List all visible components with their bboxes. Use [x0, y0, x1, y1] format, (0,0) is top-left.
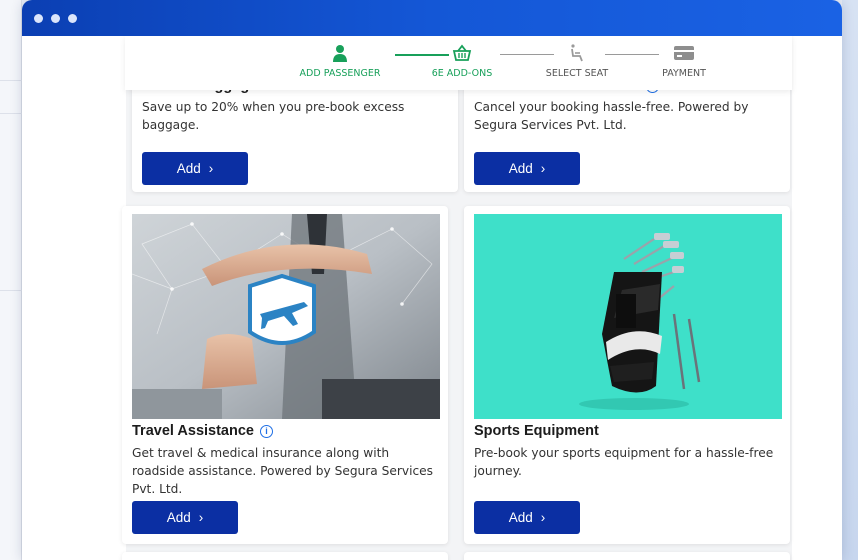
divider: [0, 113, 22, 114]
background-app-edge: [0, 0, 22, 560]
info-icon[interactable]: i: [259, 425, 273, 438]
chevron-right-icon: ›: [540, 510, 546, 525]
page-margin-left: [22, 36, 126, 560]
person-icon: [333, 45, 347, 62]
card-description: Save up to 20% when you pre-book excess …: [142, 100, 405, 132]
desktop-background: [842, 0, 858, 560]
chevron-right-icon: ›: [540, 161, 546, 176]
step-label: ADD PASSENGER: [299, 68, 381, 79]
button-label: Add: [166, 510, 191, 525]
golf-bag-image: [474, 214, 782, 419]
card-description: Get travel & medical insurance along wit…: [132, 446, 434, 496]
window-maximize-dot[interactable]: [68, 14, 77, 23]
sports-equipment-card: Sports Equipment Pre-book your sports eq…: [464, 206, 790, 544]
card-title-text: Travel Assistance: [132, 423, 254, 439]
chevron-right-icon: ›: [208, 161, 214, 176]
add-travel-assistance-button[interactable]: Add ›: [132, 501, 238, 534]
seat-icon: [571, 44, 583, 62]
add-cancellation-button[interactable]: Add ›: [474, 152, 580, 185]
button-label: Add: [508, 510, 533, 525]
step-payment[interactable]: PAYMENT: [629, 36, 739, 90]
add-excess-baggage-button[interactable]: Add ›: [142, 152, 248, 185]
card-description: Cancel your booking hassle-free. Powered…: [474, 100, 749, 132]
card-description: Pre-book your sports equipment for a has…: [474, 446, 774, 478]
step-6e-add-ons[interactable]: 6E ADD-ONS: [407, 36, 517, 90]
add-sports-equipment-button[interactable]: Add ›: [474, 501, 580, 534]
next-card-top: [122, 552, 448, 560]
step-add-passenger[interactable]: ADD PASSENGER: [285, 36, 395, 90]
step-label: SELECT SEAT: [545, 68, 609, 79]
travel-assistance-card: Travel Assistance i Get travel & medical …: [122, 206, 448, 544]
booking-progress-stepper: ADD PASSENGER 6E ADD-ONS SELECT SEAT PAY…: [125, 36, 792, 90]
window-close-dot[interactable]: [34, 14, 43, 23]
card-title: Sports Equipment: [474, 423, 599, 439]
step-label: PAYMENT: [662, 68, 706, 79]
button-label: Add: [176, 161, 201, 176]
step-select-seat[interactable]: SELECT SEAT: [522, 36, 632, 90]
page-content: Excess Baggage Save up to 20% when you p…: [22, 36, 842, 560]
travel-insurance-image: [132, 214, 440, 419]
window-titlebar[interactable]: [22, 0, 842, 36]
browser-window: Excess Baggage Save up to 20% when you p…: [22, 0, 842, 560]
step-label: 6E ADD-ONS: [431, 68, 493, 79]
divider: [0, 290, 22, 291]
card-icon: [674, 46, 694, 60]
basket-icon: [452, 44, 472, 61]
page-margin-right: [792, 36, 842, 560]
window-minimize-dot[interactable]: [51, 14, 60, 23]
button-label: Add: [508, 161, 533, 176]
divider: [0, 80, 22, 81]
card-title: Travel Assistance i: [132, 423, 273, 439]
chevron-right-icon: ›: [198, 510, 204, 525]
next-card-top: [464, 552, 790, 560]
